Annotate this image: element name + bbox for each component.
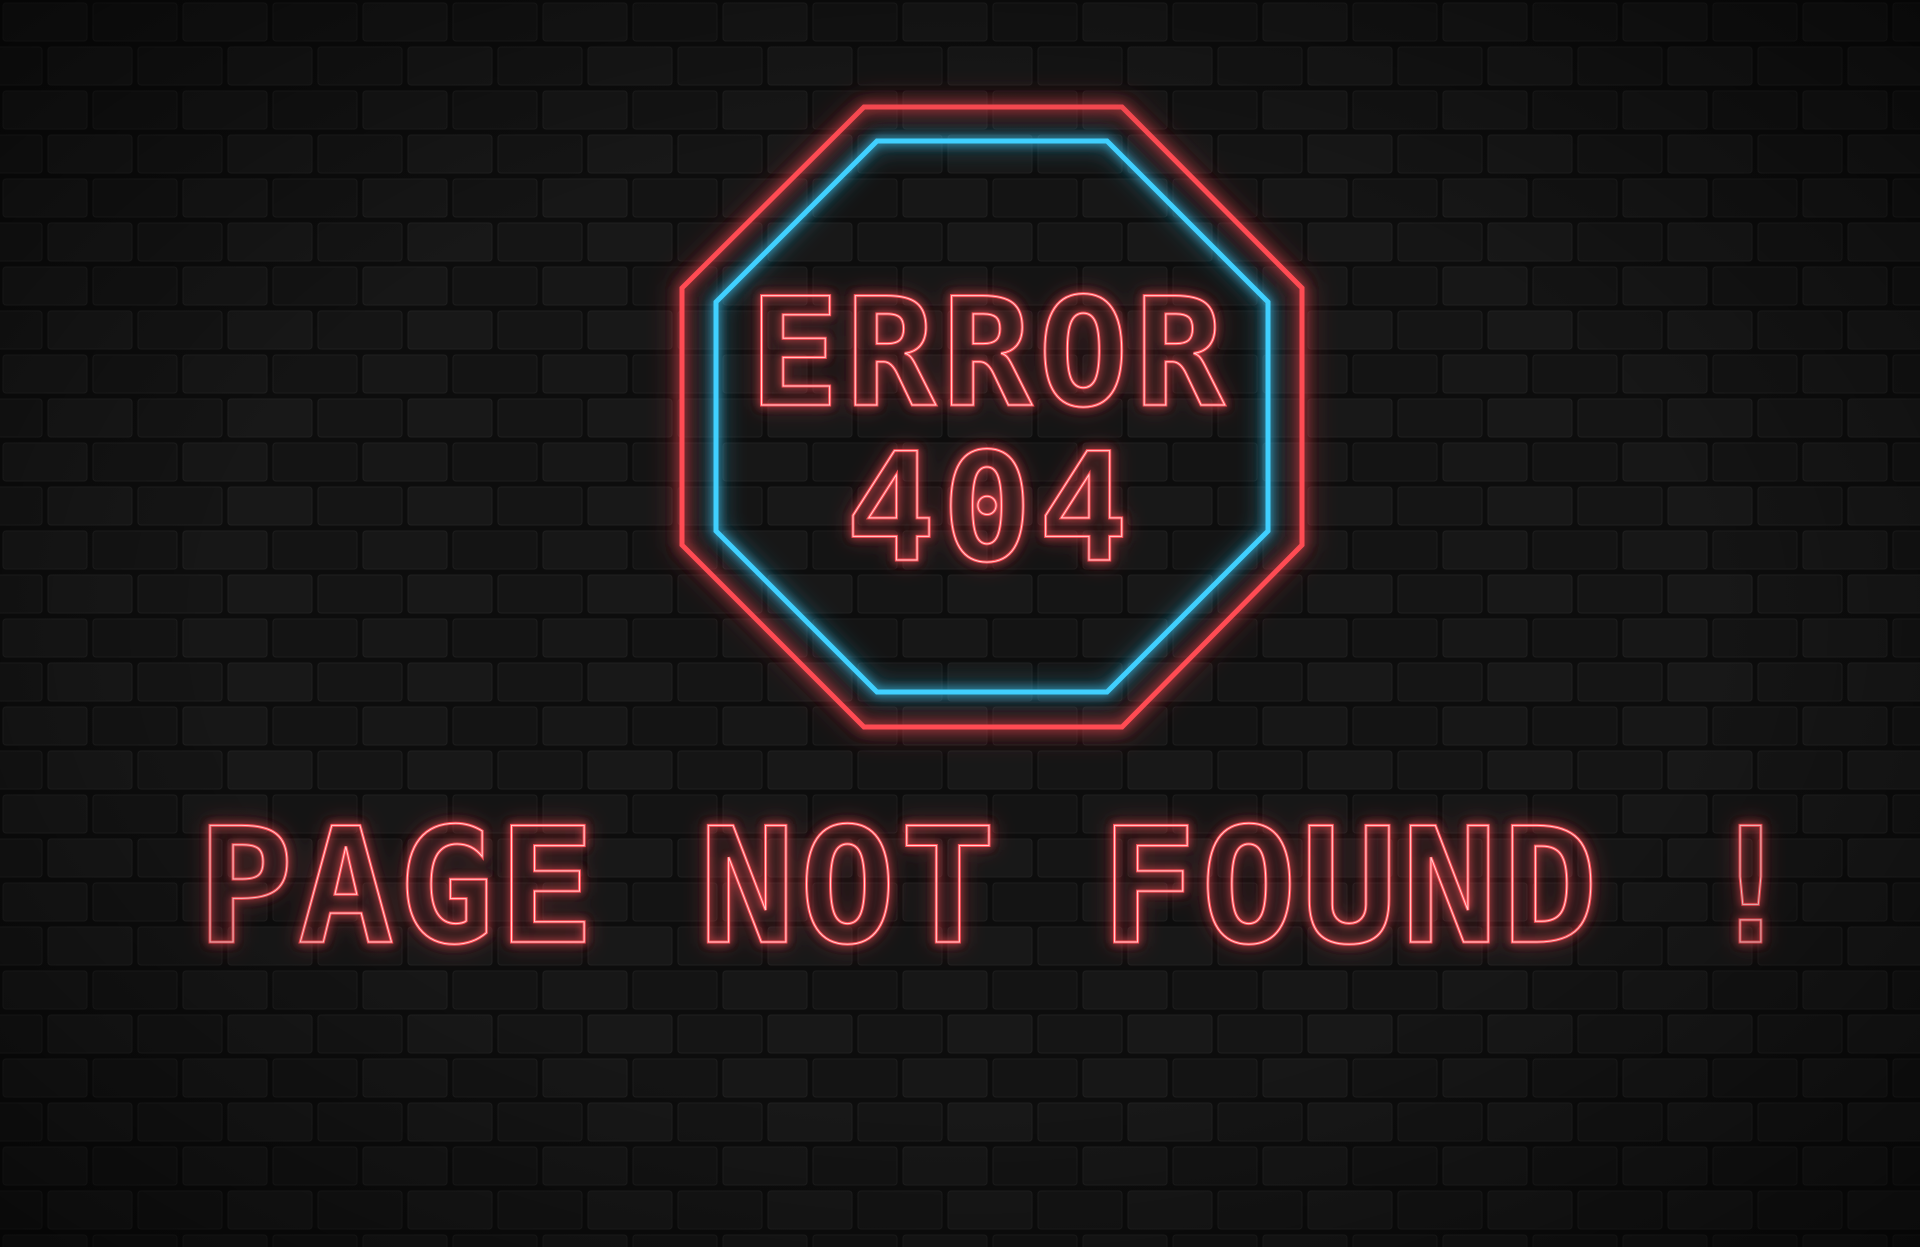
- error-404-page: ERROR ERROR 404 404 PAGE NOT FOUND ! PAG…: [0, 0, 1920, 1247]
- error-label-core: ERROR: [749, 267, 1231, 441]
- neon-sign: ERROR ERROR 404 404 PAGE NOT FOUND ! PAG…: [196, 104, 1802, 982]
- page-not-found-message-core: PAGE NOT FOUND !: [197, 793, 1802, 980]
- error-code-core: 404: [846, 422, 1135, 596]
